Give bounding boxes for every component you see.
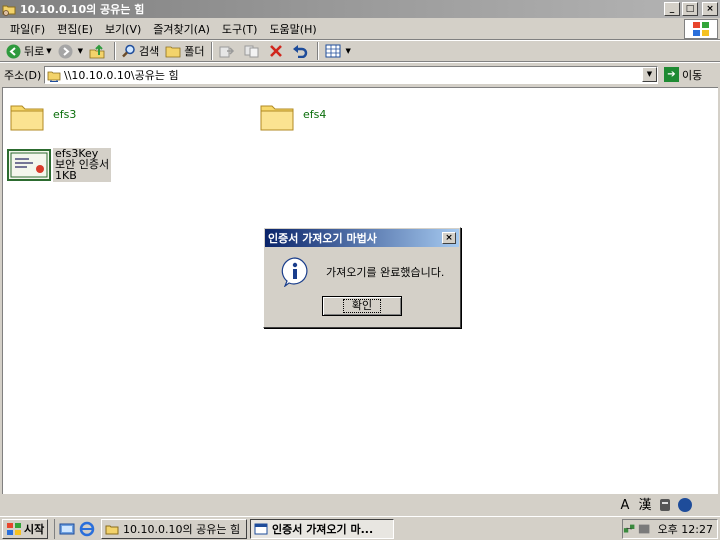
toolbar-separator: [210, 42, 213, 60]
go-button[interactable]: ➔ 이동: [664, 67, 702, 83]
task-explorer-window[interactable]: 10.10.0.10의 공유는 힘: [101, 518, 247, 539]
minimize-button[interactable]: _: [664, 2, 680, 16]
ok-button[interactable]: 확인: [322, 296, 402, 316]
views-dropdown-icon[interactable]: ▼: [346, 47, 351, 55]
back-label: 뒤로: [24, 45, 45, 58]
views-button[interactable]: ▼: [322, 41, 354, 61]
quick-launch: [54, 518, 95, 539]
menu-tools[interactable]: 도구(T): [216, 21, 264, 37]
up-folder-icon: [89, 44, 105, 58]
forward-arrow-icon: [58, 44, 73, 58]
folder-share-icon: [105, 525, 119, 534]
info-icon: [281, 257, 308, 287]
dialog-titlebar[interactable]: 인증서 가져오기 마법사 ×: [265, 229, 459, 247]
task-label: 10.10.0.10의 공유는 힘: [123, 522, 241, 536]
address-input[interactable]: [64, 68, 642, 81]
ime-tray-icon[interactable]: [638, 522, 650, 536]
address-label: 주소(D): [4, 68, 42, 82]
menu-favorites[interactable]: 즐겨찾기(A): [147, 21, 216, 37]
back-dropdown-icon[interactable]: ▼: [46, 47, 51, 55]
windows-logo-icon: [684, 19, 718, 39]
help-button[interactable]: [676, 497, 694, 515]
language-bar: A 漢: [614, 495, 720, 516]
folder-item-efs3[interactable]: efs3: [9, 98, 76, 132]
folder-icon: [260, 105, 294, 131]
search-button[interactable]: 검색: [119, 41, 162, 61]
hanja-button[interactable]: 漢: [636, 497, 654, 515]
standard-toolbar: 뒤로 ▼ ▼ 검색 폴더 ▼: [0, 40, 720, 62]
move-to-button[interactable]: [216, 41, 241, 61]
back-button[interactable]: 뒤로 ▼: [3, 41, 55, 61]
file-size: 1KB: [55, 169, 77, 182]
window-titlebar[interactable]: 10.10.0.10의 공유는 힘 _ □ ×: [0, 0, 720, 18]
start-button[interactable]: 시작: [2, 518, 48, 539]
search-label: 검색: [139, 45, 160, 58]
views-grid-icon: [325, 44, 341, 58]
close-button[interactable]: ×: [702, 2, 718, 16]
folder-share-icon: [2, 5, 16, 16]
task-label: 인증서 가져오기 마...: [272, 522, 374, 536]
folders-icon: [165, 46, 181, 58]
back-arrow-icon: [6, 44, 21, 58]
folders-label: 폴더: [184, 45, 205, 58]
taskbar: 시작 10.10.0.10의 공유는 힘 인증서 가져오기 마... 오후 12…: [0, 516, 720, 540]
toolbar-separator: [114, 42, 117, 60]
folder-item-efs4[interactable]: efs4: [259, 98, 326, 132]
dialog-window-icon: [254, 523, 268, 534]
network-tray-icon[interactable]: [623, 522, 635, 536]
file-item-efs3key[interactable]: efs3Key 보안 인증서 1KB: [7, 148, 112, 182]
folders-button[interactable]: 폴더: [162, 41, 207, 61]
undo-icon: [292, 45, 307, 58]
dialog-message: 가져오기를 완료했습니다.: [326, 266, 445, 279]
windows-logo-icon: [7, 522, 21, 535]
delete-x-icon: [269, 45, 282, 57]
search-icon: [122, 44, 135, 58]
start-label: 시작: [24, 522, 45, 536]
internet-explorer-icon[interactable]: [79, 521, 95, 537]
address-box[interactable]: ▼: [44, 65, 658, 84]
toolbar-separator: [316, 42, 319, 60]
forward-dropdown-icon[interactable]: ▼: [78, 47, 83, 55]
menu-edit[interactable]: 편집(E): [51, 21, 99, 37]
delete-button[interactable]: [266, 41, 289, 61]
menu-file[interactable]: 파일(F): [4, 21, 51, 37]
maximize-button[interactable]: □: [682, 2, 698, 16]
certificate-icon: [7, 149, 51, 181]
clock: 오후 12:27: [657, 523, 713, 536]
copy-to-button[interactable]: [241, 41, 266, 61]
folder-icon: [10, 105, 44, 131]
folder-name: efs3: [53, 108, 77, 121]
dialog-close-button[interactable]: ×: [442, 232, 456, 244]
folder-name: efs4: [303, 108, 327, 121]
up-folder-button[interactable]: [86, 41, 111, 61]
go-arrow-icon: ➔: [664, 67, 679, 82]
network-folder-icon: [47, 71, 61, 82]
address-bar: 주소(D) ▼ ➔ 이동: [0, 62, 720, 86]
system-tray: 오후 12:27: [622, 519, 718, 539]
task-import-wizard[interactable]: 인증서 가져오기 마...: [250, 518, 394, 539]
undo-button[interactable]: [289, 41, 314, 61]
menu-help[interactable]: 도움말(H): [263, 21, 322, 37]
show-desktop-icon[interactable]: [59, 521, 75, 537]
menu-bar: 파일(F) 편집(E) 보기(V) 즐겨찾기(A) 도구(T) 도움말(H): [0, 18, 720, 40]
move-to-icon: [219, 46, 234, 58]
go-label: 이동: [682, 68, 703, 82]
import-wizard-dialog: 인증서 가져오기 마법사 × 가져오기를 완료했습니다. 확인: [263, 227, 461, 328]
input-mode-button[interactable]: A: [616, 497, 634, 515]
forward-button[interactable]: ▼: [55, 41, 86, 61]
help-icon: [678, 497, 692, 512]
ok-label: 확인: [342, 299, 382, 313]
dialog-title: 인증서 가져오기 마법사: [268, 232, 377, 245]
copy-to-icon: [244, 45, 259, 58]
menu-view[interactable]: 보기(V): [99, 21, 147, 37]
window-title: 10.10.0.10의 공유는 힘: [20, 3, 145, 16]
address-dropdown-icon[interactable]: ▼: [642, 67, 657, 82]
ime-pad-icon[interactable]: [656, 497, 674, 515]
